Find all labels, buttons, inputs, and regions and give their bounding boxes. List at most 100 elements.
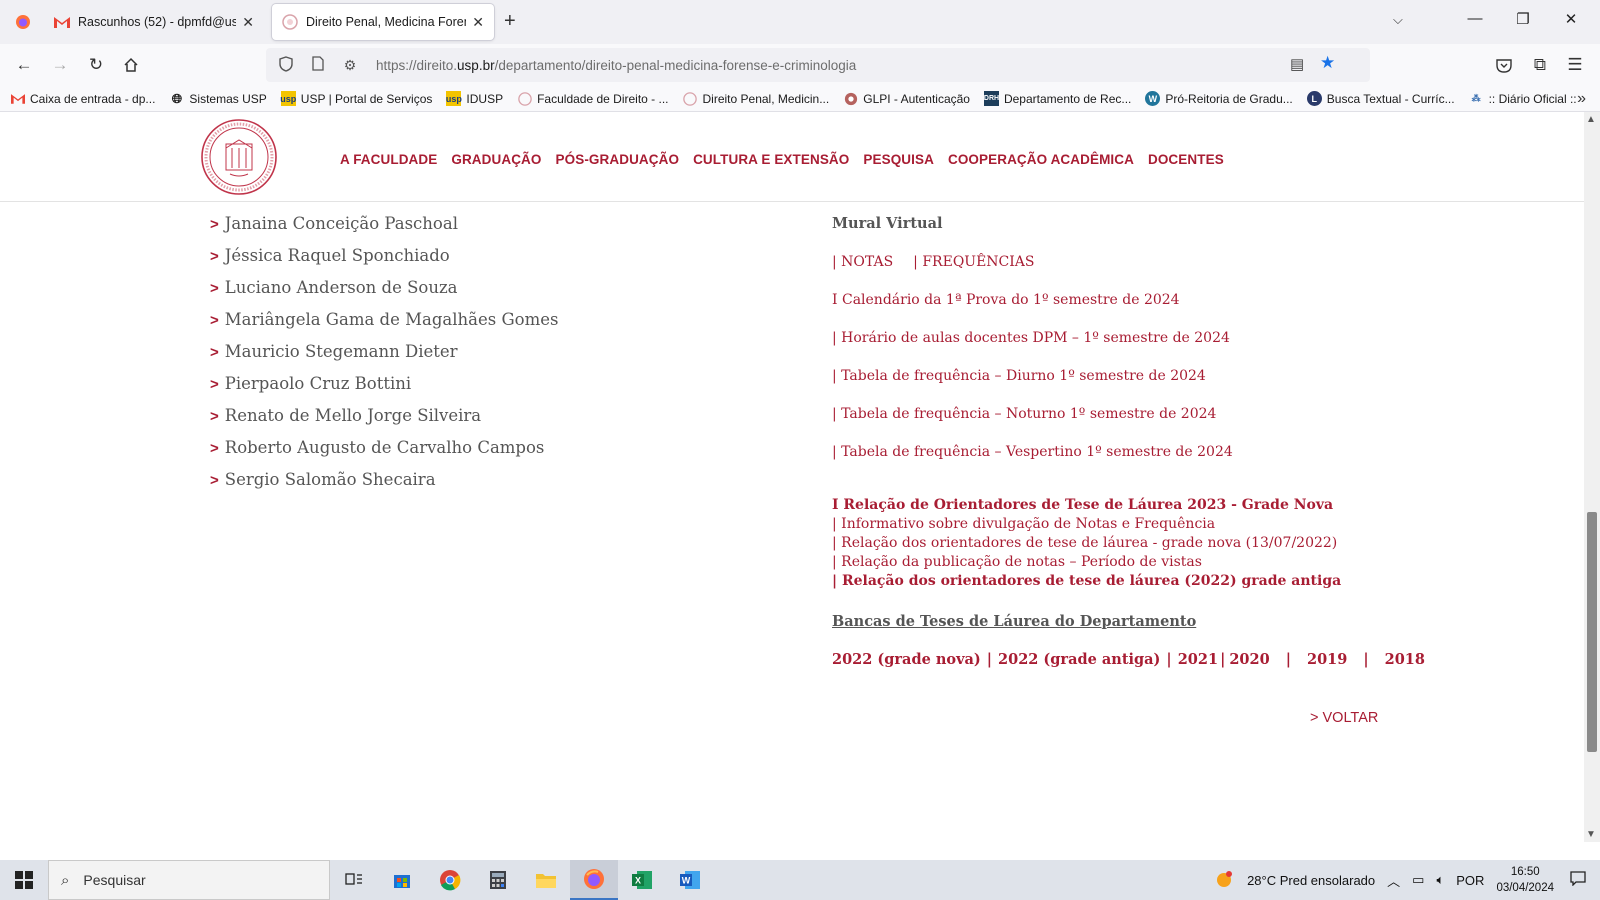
extensions-icon[interactable]: ⧉: [1528, 53, 1552, 77]
weather-text[interactable]: 28°C Pred ensolarado: [1247, 873, 1375, 888]
close-tab-icon[interactable]: ✕: [242, 14, 254, 31]
back-arrow-icon[interactable]: ←: [12, 53, 36, 77]
volume-icon[interactable]: 🔈︎: [1436, 872, 1444, 888]
bookmark-item[interactable]: usp IDUSP: [446, 91, 503, 106]
scroll-down-arrow-icon[interactable]: ▼: [1586, 829, 1596, 840]
voltar-link[interactable]: > VOLTAR: [1310, 710, 1378, 726]
excel-icon[interactable]: X: [618, 860, 666, 900]
horario-link[interactable]: | Horário de aulas docentes DPM – 1º sem…: [832, 326, 1425, 364]
firefox-view-button[interactable]: [6, 4, 40, 40]
list-all-tabs-icon[interactable]: ⌵: [1393, 12, 1403, 28]
permissions-icon[interactable]: ⚙: [338, 57, 362, 74]
firefox-taskbar-icon[interactable]: [570, 860, 618, 900]
close-window-icon[interactable]: ✕: [1561, 10, 1581, 28]
menu-hamburger-icon[interactable]: ☰: [1563, 53, 1587, 77]
page-info-icon[interactable]: [306, 56, 330, 74]
nav-docentes[interactable]: DOCENTES: [1148, 152, 1224, 167]
year-link[interactable]: 2022 (grade nova): [832, 651, 981, 668]
pocket-icon[interactable]: [1492, 53, 1516, 77]
bancas-title[interactable]: Bancas de Teses de Láurea do Departament…: [832, 610, 1425, 648]
docente-link[interactable]: > Mariângela Gama de Magalhães Gomes: [210, 304, 558, 336]
task-view-icon[interactable]: [330, 860, 378, 900]
scroll-up-arrow-icon[interactable]: ▲: [1586, 114, 1596, 125]
publicacao-notas-link[interactable]: | Relação da publicação de notas – Perío…: [832, 553, 1425, 572]
home-icon[interactable]: [119, 53, 143, 77]
calculator-icon[interactable]: [474, 860, 522, 900]
year-link[interactable]: 2019: [1307, 651, 1347, 668]
orientadores-2022-antiga-link[interactable]: | Relação dos orientadores de tese de lá…: [832, 572, 1425, 591]
year-link[interactable]: 2022 (grade antiga): [998, 651, 1160, 668]
main-navigation: A FACULDADE GRADUAÇÃO PÓS-GRADUAÇÃO CULT…: [340, 152, 1238, 167]
docente-link[interactable]: > Mauricio Stegemann Dieter: [210, 336, 558, 368]
freq-diurno-link[interactable]: | Tabela de frequência – Diurno 1º semes…: [832, 364, 1425, 402]
orientadores-2023-link[interactable]: I Relação de Orientadores de Tese de Láu…: [832, 496, 1425, 515]
new-tab-button[interactable]: +: [504, 10, 516, 33]
reader-view-icon[interactable]: ▤: [1290, 55, 1304, 73]
page-scrollbar[interactable]: ▲ ▼: [1584, 112, 1600, 842]
bookmark-item[interactable]: GLPI - Autenticação: [843, 91, 970, 106]
url-bar[interactable]: ⚙ https://direito.usp.br/departamento/di…: [266, 48, 1370, 82]
bookmark-item[interactable]: DRH Departamento de Rec...: [984, 91, 1131, 106]
calendario-link[interactable]: I Calendário da 1ª Prova do 1º semestre …: [832, 288, 1425, 326]
reload-icon[interactable]: ↻: [84, 53, 108, 77]
arrow-marker: >: [210, 376, 219, 393]
notifications-icon[interactable]: [1570, 871, 1586, 889]
close-tab-icon[interactable]: ✕: [472, 14, 484, 31]
taskbar-search-box[interactable]: ⌕ Pesquisar: [48, 860, 330, 900]
informativo-link[interactable]: | Informativo sobre divulgação de Notas …: [832, 515, 1425, 534]
file-explorer-icon[interactable]: [522, 860, 570, 900]
frequencias-link[interactable]: | FREQUÊNCIAS: [913, 254, 1034, 270]
bookmark-star-icon[interactable]: ★: [1320, 53, 1335, 73]
network-icon[interactable]: ▭: [1412, 872, 1424, 888]
bookmark-item[interactable]: L Busca Textual - Curríc...: [1306, 91, 1455, 106]
orientadores-2022-nova-link[interactable]: | Relação dos orientadores de tese de lá…: [832, 534, 1425, 553]
nav-a-faculdade[interactable]: A FACULDADE: [340, 152, 437, 167]
bookmark-item[interactable]: Direito Penal, Medicin...: [683, 91, 829, 106]
word-icon[interactable]: W: [666, 860, 714, 900]
bookmark-item[interactable]: Faculdade de Direito - ...: [517, 91, 669, 106]
system-tray: 28°C Pred ensolarado ︿ ▭ 🔈︎ POR 16:50 03…: [1215, 860, 1600, 900]
year-link[interactable]: 2020: [1229, 651, 1269, 668]
forward-arrow-icon[interactable]: →: [48, 53, 72, 77]
docente-link[interactable]: > Sergio Salomão Shecaira: [210, 464, 558, 496]
year-link[interactable]: 2018: [1385, 651, 1425, 668]
input-language[interactable]: POR: [1456, 873, 1484, 888]
weather-sun-icon[interactable]: [1215, 869, 1235, 892]
tab-gmail[interactable]: Rascunhos (52) - dpmfd@usp.b ✕: [44, 4, 264, 40]
microsoft-store-icon[interactable]: [378, 860, 426, 900]
nav-cultura-e-extensao[interactable]: CULTURA E EXTENSÃO: [693, 152, 849, 167]
docente-link[interactable]: > Jéssica Raquel Sponchiado: [210, 240, 558, 272]
bookmark-item[interactable]: ⁂ :: Diário Oficial ::: [1469, 91, 1577, 106]
docente-link[interactable]: > Pierpaolo Cruz Bottini: [210, 368, 558, 400]
fd-usp-seal-logo[interactable]: [200, 118, 278, 196]
restore-icon[interactable]: ❐: [1513, 10, 1533, 28]
url-text[interactable]: https://direito.usp.br/departamento/dire…: [376, 58, 856, 73]
nav-cooperacao-academica[interactable]: COOPERAÇÃO ACADÊMICA: [948, 152, 1134, 167]
clock[interactable]: 16:50 03/04/2024: [1496, 864, 1554, 896]
bookmark-item[interactable]: usp USP | Portal de Serviços: [280, 91, 432, 106]
chrome-icon[interactable]: [426, 860, 474, 900]
nav-graduacao[interactable]: GRADUAÇÃO: [451, 152, 541, 167]
docente-link[interactable]: > Renato de Mello Jorge Silveira: [210, 400, 558, 432]
separator: |: [986, 651, 993, 668]
show-hidden-icons-chevron-icon[interactable]: ︿: [1387, 871, 1400, 890]
freq-noturno-link[interactable]: | Tabela de frequência – Noturno 1º seme…: [832, 402, 1425, 440]
nav-pos-graduacao[interactable]: PÓS-GRADUAÇÃO: [556, 152, 680, 167]
bookmark-item[interactable]: Caixa de entrada - dp...: [10, 91, 155, 106]
tab-direito-penal[interactable]: Direito Penal, Medicina Forense ✕: [272, 4, 494, 40]
scrollbar-thumb[interactable]: [1587, 512, 1597, 752]
freq-vespertino-link[interactable]: | Tabela de frequência – Vespertino 1º s…: [832, 440, 1425, 478]
windows-start-button[interactable]: [0, 860, 48, 900]
bookmark-item[interactable]: W Pró-Reitoria de Gradu...: [1145, 91, 1293, 106]
nav-pesquisa[interactable]: PESQUISA: [863, 152, 934, 167]
minimize-icon[interactable]: —: [1465, 10, 1485, 27]
notas-link[interactable]: | NOTAS: [832, 254, 893, 270]
bookmark-item[interactable]: 🌐︎ Sistemas USP: [169, 91, 267, 106]
docente-link[interactable]: > Luciano Anderson de Souza: [210, 272, 558, 304]
year-link[interactable]: 2021: [1178, 651, 1218, 668]
tracking-protection-shield-icon[interactable]: [274, 55, 298, 75]
docente-link[interactable]: > Janaina Conceição Paschoal: [210, 208, 558, 240]
docente-link[interactable]: > Roberto Augusto de Carvalho Campos: [210, 432, 558, 464]
url-path: /departamento/direito-penal-medicina-for…: [494, 57, 857, 73]
more-bookmarks-chevron-icon[interactable]: »: [1577, 90, 1586, 108]
